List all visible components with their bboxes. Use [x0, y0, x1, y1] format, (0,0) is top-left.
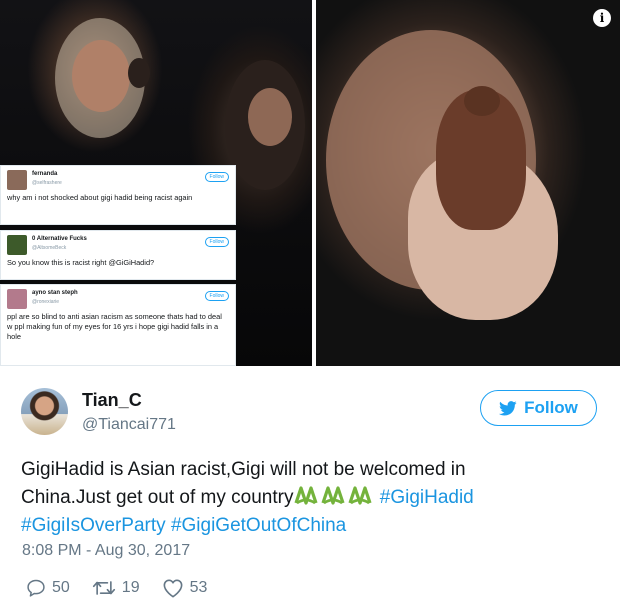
hashtag-link[interactable]: #GigiGetOutOfChina: [171, 515, 346, 536]
twitter-bird-icon: [499, 400, 517, 415]
retweet-icon: [92, 581, 115, 595]
tweet-media[interactable]: fernanda @selfrashere Follow why am i no…: [0, 0, 620, 366]
embedded-follow-button: Follow: [204, 237, 229, 247]
tweet-timestamp[interactable]: 8:08 PM - Aug 30, 2017: [22, 542, 190, 560]
vomiting-face-icon: [293, 486, 374, 508]
embedded-text: why am i not shocked about gigi hadid be…: [7, 193, 193, 202]
person-face-second: [248, 88, 292, 146]
embedded-avatar: [7, 235, 27, 255]
embedded-handle: @selfrashere: [32, 180, 62, 186]
reply-button[interactable]: 50: [26, 578, 70, 598]
idol-figurine: [128, 58, 150, 88]
user-handle[interactable]: @Tiancai771: [82, 416, 176, 434]
heart-icon: [163, 579, 183, 598]
person-face: [72, 40, 130, 112]
embedded-name: 0 Alternative Fucks: [32, 236, 87, 242]
tweet-actions: 50 19 53: [26, 577, 229, 599]
embedded-tweet-2: 0 Alternative Fucks @AltsomeBeck Follow …: [0, 230, 236, 280]
follow-button[interactable]: Follow: [480, 390, 597, 426]
like-button[interactable]: 53: [162, 578, 208, 598]
tweet-text-line-3: #GigiIsOverParty #GigiGetOutOfChina: [21, 512, 611, 540]
avatar[interactable]: [21, 388, 68, 435]
reply-count: 50: [52, 579, 70, 596]
hashtag-link[interactable]: #GigiHadid: [380, 487, 474, 508]
media-photo-right[interactable]: i: [316, 0, 620, 366]
reply-icon: [27, 579, 45, 597]
info-icon[interactable]: i: [593, 9, 611, 27]
vomiting-face-icon: [321, 486, 345, 505]
display-name[interactable]: Tian_C: [82, 390, 142, 411]
media-photo-left[interactable]: fernanda @selfrashere Follow why am i no…: [0, 0, 312, 366]
embedded-text: So you know this is racist right @GiGiHa…: [7, 258, 155, 267]
embedded-avatar: [7, 170, 27, 190]
retweet-button[interactable]: 19: [92, 578, 140, 598]
embedded-follow-button: Follow: [204, 291, 229, 301]
embedded-tweet-3: ayno stan steph @ronexiarie Follow ppl a…: [0, 284, 236, 366]
vomiting-face-icon: [294, 486, 318, 505]
tweet-text-plain: China.Just get out of my country: [21, 487, 294, 508]
tweet-text-line-2: China.Just get out of my country #GigiHa…: [21, 484, 611, 512]
embedded-name: fernanda: [32, 171, 58, 177]
tweet-text-line-1: GigiHadid is Asian racist,Gigi will not …: [21, 459, 466, 480]
vomiting-face-icon: [348, 486, 372, 505]
embedded-text: ppl are so blind to anti asian racism as…: [7, 312, 222, 341]
embedded-follow-button: Follow: [204, 172, 229, 182]
like-count: 53: [189, 579, 208, 596]
retweet-count: 19: [121, 579, 140, 596]
embedded-handle: @AltsomeBeck: [32, 245, 67, 251]
tweet-text: GigiHadid is Asian racist,Gigi will not …: [21, 456, 611, 540]
follow-button-label: Follow: [524, 398, 578, 417]
embedded-handle: @ronexiarie: [32, 299, 60, 305]
hashtag-link[interactable]: #GigiIsOverParty: [21, 515, 166, 536]
embedded-tweet-1: fernanda @selfrashere Follow why am i no…: [0, 165, 236, 225]
embedded-avatar: [7, 289, 27, 309]
idol-head: [464, 86, 500, 116]
embedded-name: ayno stan steph: [32, 290, 78, 296]
